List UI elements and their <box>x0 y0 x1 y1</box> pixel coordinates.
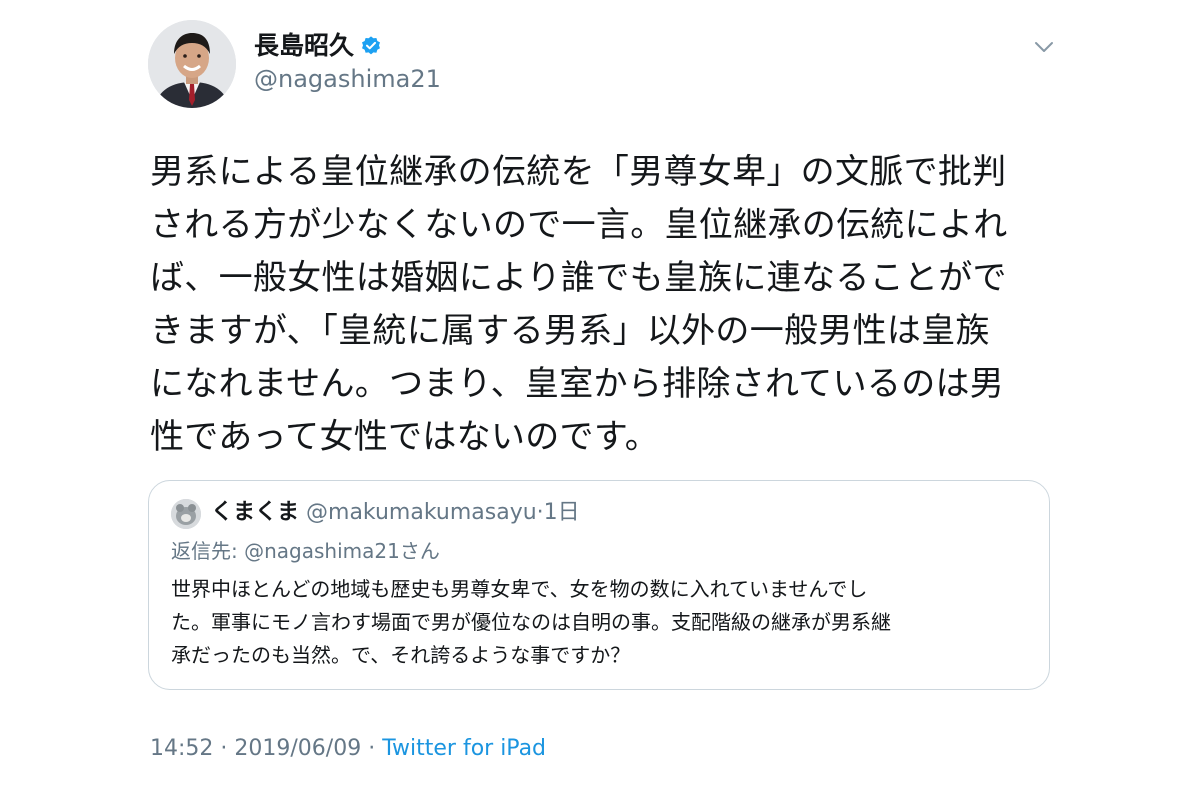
author-handle[interactable]: @nagashima21 <box>254 64 441 94</box>
quote-author-name[interactable]: くまくま <box>211 500 299 525</box>
author-name[interactable]: 長島昭久 <box>254 30 354 62</box>
author-avatar[interactable] <box>148 20 236 108</box>
quote-reply-to: 返信先: @nagashima21さん <box>171 539 440 563</box>
tweet-text-line: ば、一般女性は婚姻により誰でも皇族に連なることがで <box>150 258 1007 298</box>
author-name-row[interactable]: 長島昭久 <box>254 30 382 62</box>
quote-avatar[interactable] <box>171 499 201 529</box>
tweet-time[interactable]: 14:52 <box>150 736 213 761</box>
quote-text-line: た。軍事にモノ言わす場面で男が優位なのは自明の事。支配階級の継承が男系継 <box>171 610 891 634</box>
tweet-text-line: される方が少なくないので一言。皇位継承の伝統によれ <box>150 205 1008 245</box>
tweet-meta: 14:52 · 2019/06/09 · Twitter for iPad <box>150 734 546 764</box>
tweet-text-line: 性であって女性ではないのです。 <box>150 417 660 457</box>
tweet-text-line: きますが、「皇統に属する男系」以外の一般男性は皇族 <box>150 311 990 351</box>
tweet-date[interactable]: 2019/06/09 <box>234 736 361 761</box>
tweet-source-link[interactable]: Twitter for iPad <box>382 736 546 761</box>
chevron-down-icon[interactable] <box>1034 40 1054 54</box>
quote-header: くまくま @makumakumasayu·1日 <box>211 497 580 529</box>
meta-separator: · <box>220 736 228 761</box>
avatar-image <box>148 20 236 108</box>
quote-avatar-image <box>171 499 201 529</box>
quote-author-handle[interactable]: @makumakumasayu <box>306 500 537 525</box>
quote-text-line: 世界中ほとんどの地域も歴史も男尊女卑で、女を物の数に入れていませんでし <box>171 577 868 601</box>
quote-text-line: 承だったのも当然。で、それ誇るような事ですか？ <box>171 643 631 667</box>
quote-timestamp[interactable]: 1日 <box>544 500 580 525</box>
verified-badge-icon <box>362 36 380 55</box>
tweet-text-line: 男系による皇位継承の伝統を「男尊女卑」の文脈で批判 <box>150 152 1007 192</box>
quoted-tweet-card[interactable]: くまくま @makumakumasayu·1日 返信先: @nagashima2… <box>148 480 1050 690</box>
quote-separator: · <box>536 500 544 525</box>
meta-separator: · <box>368 736 376 761</box>
tweet-text-line: になれません。つまり、皇室から排除されているのは男 <box>150 364 1005 404</box>
quote-text: 世界中ほとんどの地域も歴史も男尊女卑で、女を物の数に入れていませんでし た。軍事… <box>171 573 1031 672</box>
tweet-text: 男系による皇位継承の伝統を「男尊女卑」の文脈で批判 される方が少なくないので一言… <box>150 146 1050 464</box>
